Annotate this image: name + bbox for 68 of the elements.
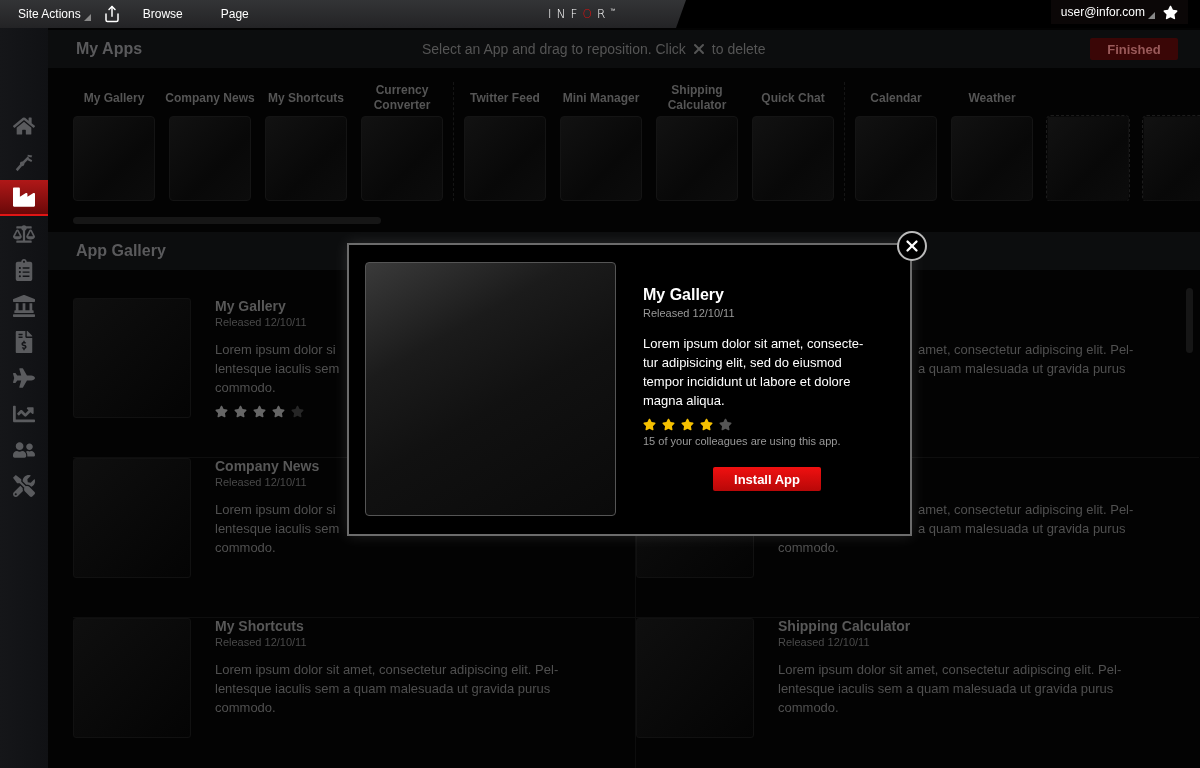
app-title: My Gallery (215, 298, 287, 316)
site-actions-menu[interactable]: Site Actions (18, 7, 91, 21)
release-date: Released 12/10/11 (778, 636, 871, 650)
release-date: Released 12/10/11 (643, 307, 736, 319)
section-title: My Apps (76, 40, 144, 58)
app-label: Mini Manager (561, 89, 641, 107)
star-icon (700, 418, 713, 431)
app-label: Twitter Feed (469, 89, 541, 107)
star-icon (291, 405, 304, 418)
star-icon (234, 405, 247, 418)
description-line: amet, consectetur adipiscing elit. Pel- (918, 502, 1134, 517)
app-title: My Shortcuts (215, 618, 305, 636)
release-date: Released 12/10/11 (215, 316, 308, 330)
star-icon (662, 418, 675, 431)
description-line: Lorem ipsum dolor si (215, 342, 336, 357)
star-icon (719, 418, 732, 431)
hint-text: to delete (711, 41, 766, 57)
chart-icon (13, 403, 35, 425)
page-link[interactable]: Page (220, 7, 249, 21)
user-menu[interactable]: user@infor.com (1060, 5, 1155, 19)
app-label: My Gallery (82, 89, 146, 107)
release-date: Released 12/10/11 (215, 476, 308, 490)
description-line: Lorem ipsum dolor si (215, 502, 336, 517)
dialog-title: My Gallery (643, 286, 725, 304)
star-icon (215, 405, 228, 418)
tools-icon (13, 475, 35, 497)
app-description: Lorem ipsum dolor sit amet, consecte- tur adipisicing elit, sed do eiusmod tempor incididunt ut labore et dolore magna aliqua. (643, 335, 865, 410)
star-icon (272, 405, 285, 418)
star-icon[interactable] (1163, 4, 1178, 20)
close-icon (903, 237, 921, 255)
description-line: commodo. (215, 540, 276, 555)
app-label: Company News (164, 89, 256, 107)
description-line: commodo. (215, 380, 276, 395)
description-line: commodo. (778, 540, 839, 555)
release-date: Released 12/10/11 (215, 636, 308, 650)
description-line: lentesque iaculis sem (215, 521, 340, 536)
home-icon (13, 115, 35, 137)
app-description: Lorem ipsum dolor sit amet, consectetur adipiscing elit. Pel- lentesque iaculis sem a quam malesuada ut gravida purus commodo. (778, 661, 1123, 717)
star-icon (643, 418, 656, 431)
clipboard-icon (13, 259, 35, 281)
app-label: Shipping Calculator (666, 82, 728, 114)
hint-text: Select an App and drag to reposition. Click (422, 41, 686, 57)
factory-icon (13, 186, 35, 208)
description-line: lentesque iaculis sem (215, 361, 340, 376)
description-line: a quam malesuada ut gravida purus (918, 521, 1126, 536)
star-icon (681, 418, 694, 431)
browse-link[interactable]: Browse (142, 7, 183, 21)
section-title: App Gallery (76, 242, 166, 260)
sidebar-item[interactable] (0, 180, 48, 216)
plane-icon (13, 367, 35, 389)
app-label: Currency Converter (372, 82, 432, 114)
app-label: Weather (967, 89, 1017, 107)
star-icon (253, 405, 266, 418)
app-description: Lorem ipsum dolor sit amet, consectetur adipiscing elit. Pel- lentesque iaculis sem a quam malesuada ut gravida purus commodo. (215, 661, 560, 717)
app-label: Quick Chat (760, 89, 826, 107)
app-label: Calendar (869, 89, 923, 107)
people-icon (13, 439, 35, 461)
description-line: a quam malesuada ut gravida purus (918, 361, 1126, 376)
app-title: Company News (215, 458, 321, 476)
scale-icon (13, 223, 35, 245)
app-label: My Shortcuts (267, 89, 345, 107)
bank-icon (13, 295, 35, 317)
description-line: amet, consectetur adipiscing elit. Pel- (918, 342, 1134, 357)
dollar-document-icon (13, 331, 35, 353)
share-icon[interactable] (102, 5, 121, 23)
usage-text: 15 of your colleagues are using this app. (643, 435, 842, 447)
app-title: Shipping Calculator (778, 618, 912, 636)
install-button[interactable]: Install App (713, 467, 821, 491)
